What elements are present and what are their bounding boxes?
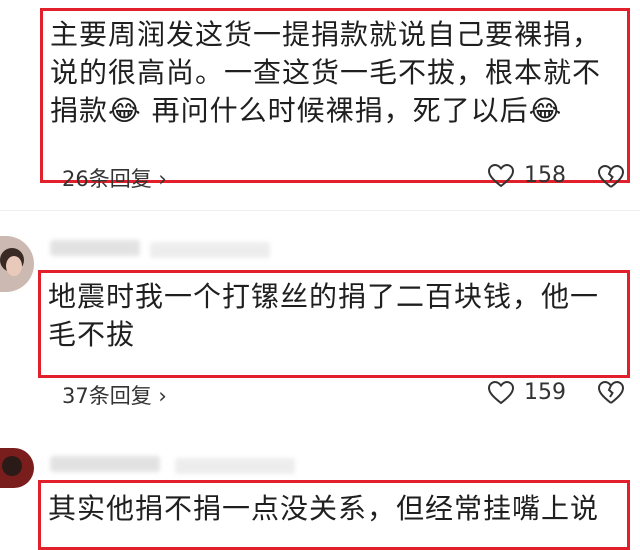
username-blurred-3b bbox=[175, 458, 295, 474]
heart-outline-icon bbox=[488, 380, 514, 405]
heart-outline-icon bbox=[488, 163, 514, 188]
comment-text-3: 其实他捐不捐一点没关系，但经常挂嘴上说 bbox=[48, 492, 600, 525]
reply-count-1[interactable]: 26条回复 › bbox=[62, 163, 167, 193]
broken-heart-icon bbox=[597, 164, 625, 193]
avatar-2[interactable] bbox=[0, 236, 34, 292]
like-count-1: 158 bbox=[524, 163, 566, 188]
reply-count-2[interactable]: 37条回复 › bbox=[62, 380, 167, 410]
username-blurred-3 bbox=[50, 456, 160, 472]
avatar-3[interactable] bbox=[0, 448, 34, 488]
username-blurred-2 bbox=[50, 240, 140, 256]
comment-text-2: 地震时我一个打镙丝的捐了二百块钱，他一毛不拔 bbox=[48, 280, 600, 351]
like-button-1[interactable]: 158 bbox=[488, 163, 566, 188]
dislike-button-1[interactable] bbox=[597, 164, 625, 193]
broken-heart-icon bbox=[597, 380, 625, 409]
dislike-button-2[interactable] bbox=[597, 380, 625, 409]
comment-text-1: 主要周润发这货一提捐款就说自己要裸捐，说的很高尚。一查这货一毛不拔，根本就不捐款… bbox=[50, 18, 602, 127]
like-count-2: 159 bbox=[524, 380, 566, 405]
like-button-2[interactable]: 159 bbox=[488, 380, 566, 405]
divider bbox=[0, 210, 640, 211]
username-blurred-2b bbox=[150, 242, 270, 258]
